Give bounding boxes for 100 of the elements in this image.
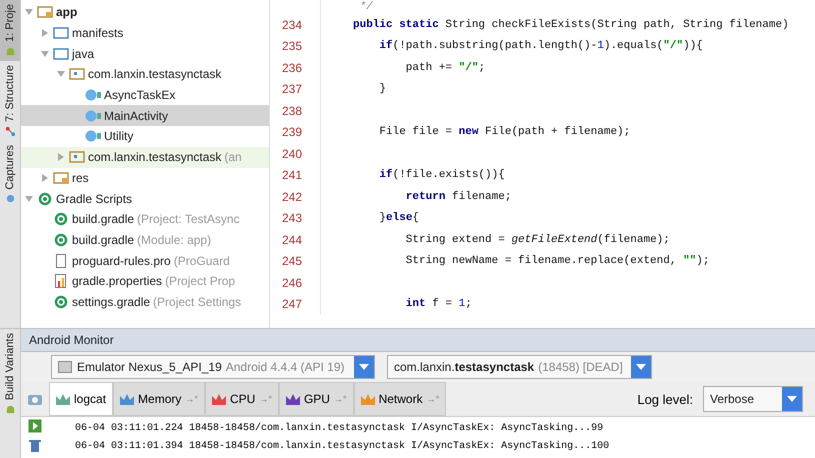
line-number: 238: [282, 104, 302, 118]
chart-icon: [120, 393, 134, 405]
monitor-tab[interactable]: CPU →°: [204, 382, 279, 416]
tree-item[interactable]: settings.gradle (Project Settings: [21, 292, 269, 312]
tree-hint: (ProGuard: [174, 254, 230, 268]
process-dropdown[interactable]: com.lanxin.testasynctask (18458) [DEAD]: [387, 355, 652, 379]
chart-file-icon: [53, 274, 69, 288]
code-line: */: [358, 1, 373, 13]
gradle-icon: [53, 212, 69, 226]
code-line: int f = 1;: [404, 298, 472, 310]
tree-label: res: [72, 170, 89, 185]
logcat-icon: [56, 393, 70, 405]
folder-icon: [37, 5, 53, 20]
line-number: 241: [282, 168, 302, 182]
line-number: 236: [282, 60, 302, 75]
device-icon: [58, 361, 72, 373]
tree-label: manifests: [72, 26, 124, 40]
panel-title: Android Monitor: [21, 329, 815, 352]
structure-icon: [4, 126, 16, 137]
tree-item[interactable]: java: [21, 43, 269, 64]
tree-hint: (Project Prop: [165, 274, 236, 288]
android-icon: [4, 46, 16, 57]
class-icon: [85, 108, 101, 123]
tree-item[interactable]: app: [21, 2, 269, 23]
expand-arrow-icon: [41, 29, 49, 38]
monitor-tab[interactable]: Memory →°: [113, 382, 205, 416]
chart-icon: [286, 393, 300, 405]
tree-hint: (an: [224, 150, 242, 164]
code-line: if(!file.exists()){: [378, 169, 505, 182]
code-line: }else{: [378, 212, 420, 224]
tree-item[interactable]: Utility: [21, 126, 269, 147]
log-line: 06-04 03:11:01.224 18458-18458/com.lanxin.testasynctask I/AsyncTaskEx: AsyncTasking...99: [75, 422, 604, 436]
tree-label: settings.gradle: [72, 294, 150, 309]
code-line: return filename;: [404, 190, 512, 203]
line-number: 240: [282, 146, 302, 161]
tree-item[interactable]: gradle.properties (Project Prop: [21, 270, 269, 292]
code-line: if(!path.substring(path.length()-1).equals("/")){: [378, 40, 703, 52]
side-tab[interactable]: Build Variants: [0, 329, 20, 420]
tree-item[interactable]: build.gradle (Project: TestAsync: [21, 208, 269, 230]
line-number: 243: [282, 211, 302, 226]
tree-label: proguard-rules.pro: [72, 254, 171, 268]
expand-arrow-icon: [25, 8, 33, 16]
tree-item[interactable]: AsyncTaskEx: [21, 84, 269, 106]
expand-arrow-icon: [57, 153, 65, 162]
trash-icon[interactable]: [27, 439, 43, 453]
line-number: 235: [282, 39, 302, 54]
line-number: 239: [282, 125, 302, 140]
expand-arrow-icon: [25, 194, 33, 203]
tree-label: Gradle Scripts: [56, 192, 132, 206]
class-icon: [85, 88, 101, 102]
line-number: 237: [282, 82, 302, 96]
tree-item[interactable]: res: [21, 168, 269, 188]
code-line: }: [378, 83, 386, 96]
side-tab[interactable]: Captures: [0, 140, 20, 208]
tree-label: gradle.properties: [72, 274, 162, 288]
code-line: path += "/";: [404, 62, 486, 74]
tree-label: Utility: [104, 129, 134, 144]
tree-item[interactable]: Gradle Scripts: [21, 188, 269, 209]
tree-item[interactable]: manifests: [21, 22, 269, 44]
expand-arrow-icon: [41, 174, 49, 182]
side-tab[interactable]: 7: Structure: [0, 60, 20, 141]
tree-item[interactable]: proguard-rules.pro (ProGuard: [21, 250, 269, 271]
code-line: public static String checkFileExists(String path, String filename): [353, 18, 789, 31]
gradle-icon: [53, 232, 69, 247]
folder-icon: [53, 26, 69, 40]
line-number: 242: [282, 190, 302, 204]
side-tab[interactable]: 1: Proje: [0, 0, 20, 61]
class-icon: [85, 129, 101, 144]
tree-item[interactable]: com.lanxin.testasynctask: [21, 64, 269, 85]
camera-icon[interactable]: [27, 392, 43, 406]
tree-label: MainActivity: [104, 108, 168, 123]
device-dropdown[interactable]: Emulator Nexus_5_API_19 Android 4.4.4 (API 19): [51, 355, 375, 379]
monitor-tab[interactable]: logcat: [49, 382, 114, 416]
expand-arrow-icon: [57, 70, 65, 78]
play-icon[interactable]: [27, 419, 43, 433]
line-number: 234: [282, 18, 302, 32]
tree-item[interactable]: MainActivity: [21, 105, 269, 126]
line-number: 245: [282, 254, 302, 268]
log-level-dropdown[interactable]: Verbose: [703, 386, 803, 412]
gradle-icon: [37, 192, 53, 206]
monitor-tab[interactable]: GPU →°: [278, 382, 354, 416]
package-icon: [69, 150, 85, 164]
tree-label: build.gradle: [72, 232, 134, 247]
line-number: 246: [282, 276, 302, 290]
monitor-tab[interactable]: Network →°: [354, 382, 446, 416]
file-icon: [53, 254, 69, 268]
tree-hint: (Project: TestAsync: [137, 212, 240, 226]
line-number: 247: [282, 297, 302, 312]
tree-label: com.lanxin.testasynctask: [88, 150, 222, 164]
code-line: String newName = filename.replace(extend, "");: [404, 255, 710, 268]
log-line: 06-04 03:11:01.394 18458-18458/com.lanxin.testasynctask I/AsyncTaskEx: AsyncTasking...100: [75, 440, 610, 454]
tree-hint: (Module: app): [137, 232, 212, 247]
chart-icon: [360, 393, 375, 405]
tree-item[interactable]: com.lanxin.testasynctask (an: [21, 146, 269, 168]
line-number: 244: [282, 232, 302, 247]
expand-arrow-icon: [41, 50, 49, 58]
chart-icon: [212, 393, 226, 405]
log-level-label: Log level:: [637, 392, 693, 406]
tree-label: build.gradle: [72, 212, 134, 226]
tree-item[interactable]: build.gradle (Module: app): [21, 230, 269, 250]
